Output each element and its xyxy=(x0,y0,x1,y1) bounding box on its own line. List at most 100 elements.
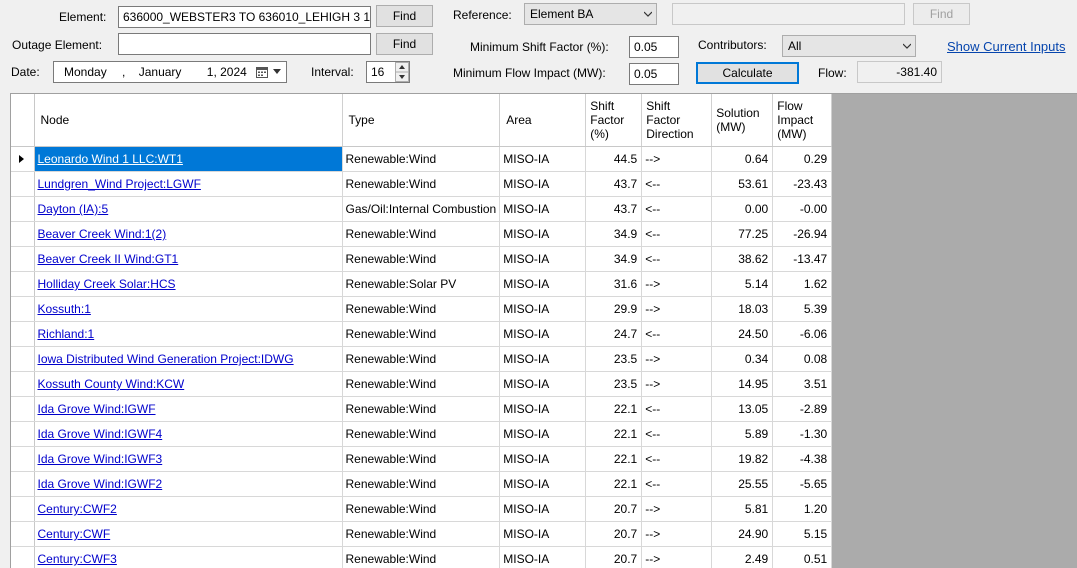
interval-input[interactable]: 16 xyxy=(366,61,410,83)
table-row[interactable]: Ida Grove Wind:IGWF4Renewable:WindMISO-I… xyxy=(11,422,832,447)
row-header[interactable] xyxy=(11,372,34,397)
calculate-button[interactable]: Calculate xyxy=(696,62,799,84)
outage-find-button[interactable]: Find xyxy=(376,33,433,55)
node-link[interactable]: Beaver Creek II Wind:GT1 xyxy=(38,252,179,266)
column-header-flow-impact[interactable]: Flow Impact (MW) xyxy=(773,94,832,147)
node-link[interactable]: Dayton (IA):5 xyxy=(38,202,109,216)
row-header[interactable] xyxy=(11,147,34,172)
cell-node[interactable]: Century:CWF xyxy=(34,522,342,547)
table-row[interactable]: Beaver Creek Wind:1(2)Renewable:WindMISO… xyxy=(11,222,832,247)
row-header[interactable] xyxy=(11,522,34,547)
cell-node[interactable]: Ida Grove Wind:IGWF xyxy=(34,397,342,422)
cell-flow-impact: -4.38 xyxy=(773,447,832,472)
row-header[interactable] xyxy=(11,347,34,372)
cell-shift-direction: <-- xyxy=(642,322,712,347)
results-grid[interactable]: Node Type Area Shift Factor (%) Shift Fa… xyxy=(10,93,1077,568)
date-weekday[interactable]: Monday xyxy=(64,65,107,79)
column-header-shift-factor[interactable]: Shift Factor (%) xyxy=(586,94,642,147)
row-header[interactable] xyxy=(11,322,34,347)
table-row[interactable]: Iowa Distributed Wind Generation Project… xyxy=(11,347,832,372)
cell-node[interactable]: Century:CWF2 xyxy=(34,497,342,522)
column-header-shift-factor-direction[interactable]: Shift Factor Direction xyxy=(642,94,712,147)
row-header[interactable] xyxy=(11,397,34,422)
table-row[interactable]: Leonardo Wind 1 LLC:WT1Renewable:WindMIS… xyxy=(11,147,832,172)
table-row[interactable]: Kossuth:1Renewable:WindMISO-IA29.9-->18.… xyxy=(11,297,832,322)
min-flow-impact-input[interactable]: 0.05 xyxy=(629,63,679,85)
row-header[interactable] xyxy=(11,447,34,472)
node-link[interactable]: Ida Grove Wind:IGWF xyxy=(38,402,156,416)
row-header[interactable] xyxy=(11,222,34,247)
cell-node[interactable]: Dayton (IA):5 xyxy=(34,197,342,222)
cell-node[interactable]: Lundgren_Wind Project:LGWF xyxy=(34,172,342,197)
row-header[interactable] xyxy=(11,172,34,197)
column-header-node[interactable]: Node xyxy=(34,94,342,147)
table-row[interactable]: Kossuth County Wind:KCWRenewable:WindMIS… xyxy=(11,372,832,397)
node-link[interactable]: Kossuth County Wind:KCW xyxy=(38,377,185,391)
reference-find-button[interactable]: Find xyxy=(913,3,970,25)
node-link[interactable]: Century:CWF2 xyxy=(38,502,117,516)
min-shift-factor-input[interactable]: 0.05 xyxy=(629,36,679,58)
table-row[interactable]: Ida Grove Wind:IGWF3Renewable:WindMISO-I… xyxy=(11,447,832,472)
cell-node[interactable]: Century:CWF3 xyxy=(34,547,342,568)
node-link[interactable]: Kossuth:1 xyxy=(38,302,91,316)
cell-node[interactable]: Ida Grove Wind:IGWF3 xyxy=(34,447,342,472)
date-month[interactable]: January xyxy=(139,65,182,79)
chevron-down-icon[interactable] xyxy=(273,69,281,75)
table-row[interactable]: Ida Grove Wind:IGWF2Renewable:WindMISO-I… xyxy=(11,472,832,497)
date-day-year[interactable]: 1, 2024 xyxy=(207,65,247,79)
cell-flow-impact: -13.47 xyxy=(773,247,832,272)
show-current-inputs-link[interactable]: Show Current Inputs xyxy=(947,39,1066,55)
table-row[interactable]: Dayton (IA):5Gas/Oil:Internal Combustion… xyxy=(11,197,832,222)
column-header-area[interactable]: Area xyxy=(500,94,586,147)
cell-node[interactable]: Kossuth:1 xyxy=(34,297,342,322)
node-link[interactable]: Ida Grove Wind:IGWF3 xyxy=(38,452,163,466)
cell-node[interactable]: Ida Grove Wind:IGWF4 xyxy=(34,422,342,447)
node-link[interactable]: Century:CWF3 xyxy=(38,552,117,566)
node-link[interactable]: Beaver Creek Wind:1(2) xyxy=(38,227,167,241)
reference-select[interactable]: Element BA xyxy=(524,3,657,25)
row-header[interactable] xyxy=(11,272,34,297)
node-link[interactable]: Iowa Distributed Wind Generation Project… xyxy=(38,352,294,366)
node-link[interactable]: Leonardo Wind 1 LLC:WT1 xyxy=(38,152,183,166)
cell-node[interactable]: Ida Grove Wind:IGWF2 xyxy=(34,472,342,497)
element-find-button[interactable]: Find xyxy=(376,5,433,27)
column-header-type[interactable]: Type xyxy=(342,94,500,147)
outage-element-input[interactable] xyxy=(118,33,371,55)
cell-node[interactable]: Kossuth County Wind:KCW xyxy=(34,372,342,397)
row-header[interactable] xyxy=(11,197,34,222)
row-header[interactable] xyxy=(11,247,34,272)
cell-node[interactable]: Beaver Creek II Wind:GT1 xyxy=(34,247,342,272)
row-header[interactable] xyxy=(11,547,34,568)
node-link[interactable]: Ida Grove Wind:IGWF4 xyxy=(38,427,163,441)
node-link[interactable]: Richland:1 xyxy=(38,327,95,341)
cell-node[interactable]: Holliday Creek Solar:HCS xyxy=(34,272,342,297)
table-row[interactable]: Century:CWF3Renewable:WindMISO-IA20.7-->… xyxy=(11,547,832,568)
cell-node[interactable]: Iowa Distributed Wind Generation Project… xyxy=(34,347,342,372)
table-row[interactable]: Ida Grove Wind:IGWFRenewable:WindMISO-IA… xyxy=(11,397,832,422)
calendar-icon[interactable] xyxy=(256,66,268,78)
row-header[interactable] xyxy=(11,422,34,447)
row-header[interactable] xyxy=(11,497,34,522)
row-header[interactable] xyxy=(11,297,34,322)
column-header-solution[interactable]: Solution (MW) xyxy=(712,94,773,147)
row-header[interactable] xyxy=(11,472,34,497)
element-input[interactable]: 636000_WEBSTER3 TO 636010_LEHIGH 3 1 xyxy=(118,6,371,28)
table-row[interactable]: Century:CWF2Renewable:WindMISO-IA20.7-->… xyxy=(11,497,832,522)
table-row[interactable]: Lundgren_Wind Project:LGWFRenewable:Wind… xyxy=(11,172,832,197)
node-link[interactable]: Century:CWF xyxy=(38,527,111,541)
cell-area: MISO-IA xyxy=(500,247,586,272)
table-row[interactable]: Richland:1Renewable:WindMISO-IA24.7<--24… xyxy=(11,322,832,347)
cell-node[interactable]: Leonardo Wind 1 LLC:WT1 xyxy=(34,147,342,172)
cell-flow-impact: 0.51 xyxy=(773,547,832,568)
date-picker[interactable]: Monday , January 1, 2024 xyxy=(53,61,287,83)
cell-node[interactable]: Richland:1 xyxy=(34,322,342,347)
node-link[interactable]: Holliday Creek Solar:HCS xyxy=(38,277,176,291)
node-link[interactable]: Lundgren_Wind Project:LGWF xyxy=(38,177,201,191)
cell-node[interactable]: Beaver Creek Wind:1(2) xyxy=(34,222,342,247)
table-row[interactable]: Beaver Creek II Wind:GT1Renewable:WindMI… xyxy=(11,247,832,272)
contributors-select[interactable]: All xyxy=(782,35,916,57)
table-row[interactable]: Holliday Creek Solar:HCSRenewable:Solar … xyxy=(11,272,832,297)
table-row[interactable]: Century:CWFRenewable:WindMISO-IA20.7-->2… xyxy=(11,522,832,547)
spinner-arrows-icon[interactable] xyxy=(395,62,409,82)
node-link[interactable]: Ida Grove Wind:IGWF2 xyxy=(38,477,163,491)
